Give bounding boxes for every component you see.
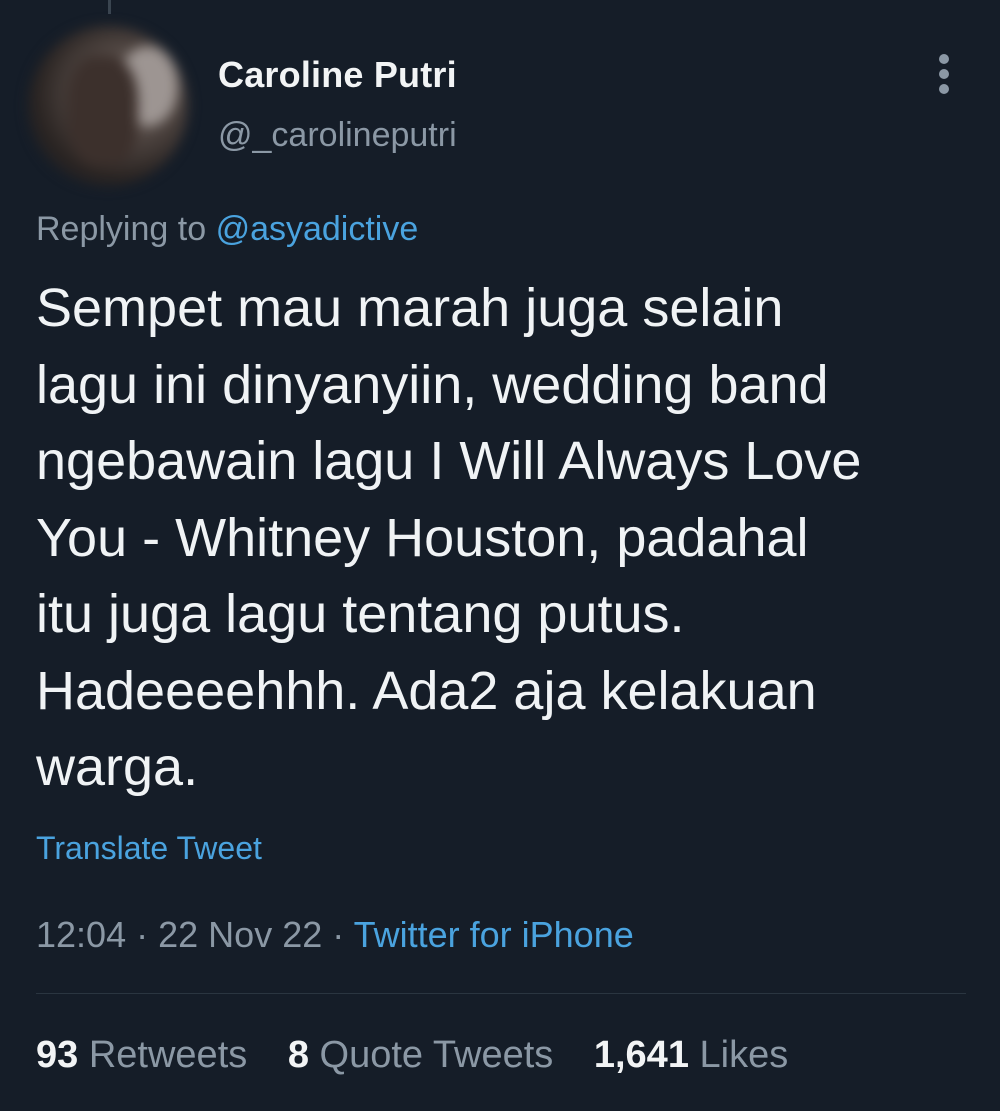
thread-connector-line xyxy=(108,0,111,14)
tweet-date[interactable]: 22 Nov 22 xyxy=(158,914,322,955)
author-handle[interactable]: @_carolineputri xyxy=(218,116,457,155)
retweets-label: Retweets xyxy=(88,1034,248,1076)
translate-tweet-link[interactable]: Translate Tweet xyxy=(36,830,262,867)
likes-stat[interactable]: 1,641 Likes xyxy=(594,1034,788,1077)
retweets-stat[interactable]: 93 Retweets xyxy=(36,1034,247,1077)
meta-separator: · xyxy=(332,914,345,955)
tweet-source-link[interactable]: Twitter for iPhone xyxy=(354,914,634,955)
replying-to-prefix: Replying to xyxy=(36,210,207,248)
more-options-button[interactable] xyxy=(930,52,960,96)
author-display-name[interactable]: Caroline Putri xyxy=(218,54,457,96)
tweet-text: Sempet mau marah juga selain lagu ini di… xyxy=(36,278,862,797)
quote-tweets-count: 8 xyxy=(287,1034,309,1076)
tweet-stats: 93 Retweets 8 Quote Tweets 1,641 Likes xyxy=(36,1034,818,1077)
likes-label: Likes xyxy=(699,1034,789,1076)
divider xyxy=(36,993,966,994)
avatar-shape xyxy=(68,56,138,166)
tweet-detail: Caroline Putri @_carolineputri Replying … xyxy=(0,0,1000,1111)
avatar[interactable] xyxy=(28,26,188,186)
likes-count: 1,641 xyxy=(593,1034,689,1076)
tweet-meta: 12:04 · 22 Nov 22 · Twitter for iPhone xyxy=(36,914,634,956)
meta-separator: · xyxy=(136,914,149,955)
retweets-count: 93 xyxy=(36,1034,79,1076)
replying-to-mention[interactable]: @asyadictive xyxy=(216,210,419,248)
quote-tweets-stat[interactable]: 8 Quote Tweets xyxy=(288,1034,553,1077)
quote-tweets-label: Quote Tweets xyxy=(319,1034,554,1076)
tweet-time[interactable]: 12:04 xyxy=(36,914,126,955)
replying-to: Replying to @asyadictive xyxy=(36,210,418,249)
